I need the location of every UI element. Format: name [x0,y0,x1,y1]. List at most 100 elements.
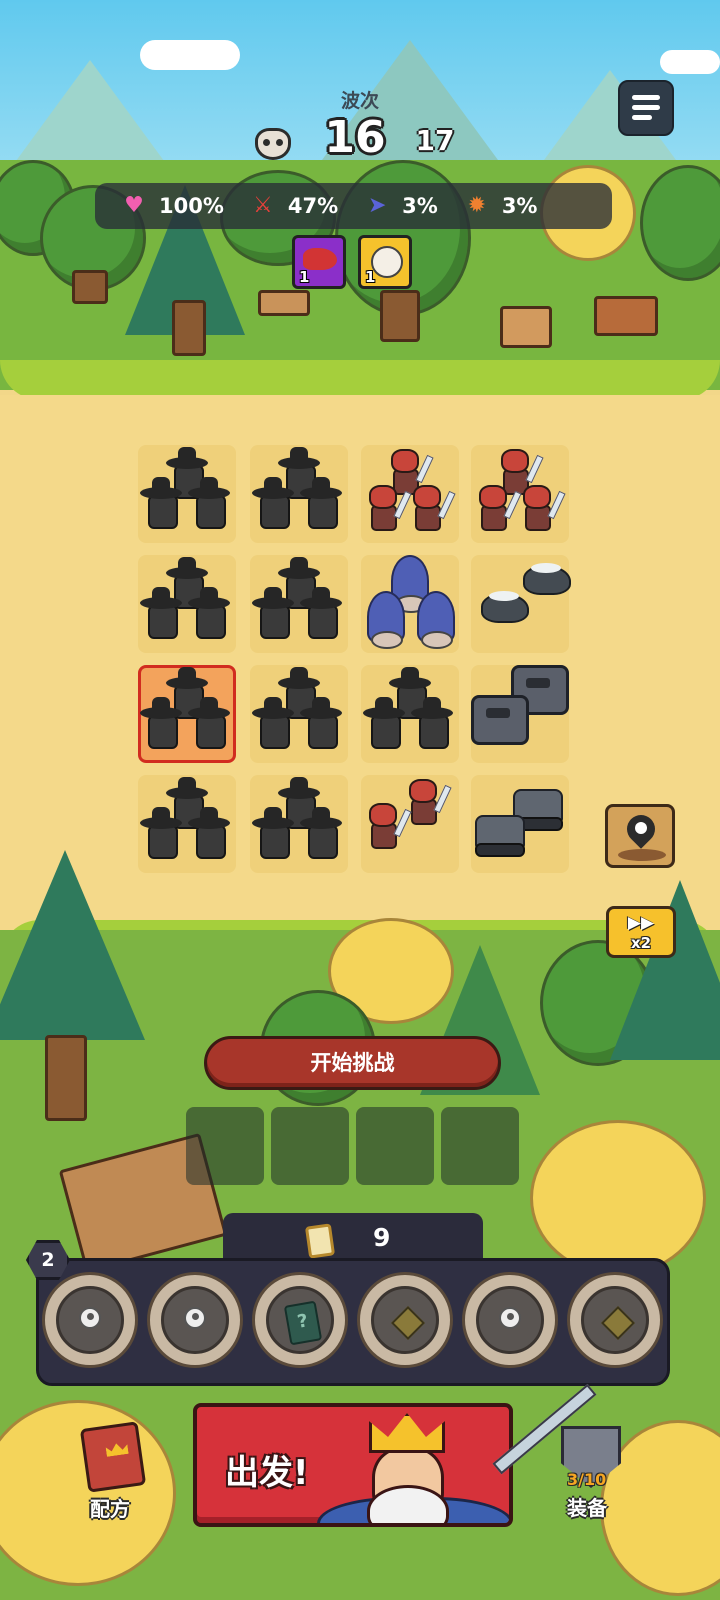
signpost [258,290,310,316]
stat-speed-value: 3% [402,194,438,218]
ghost-unit [367,591,405,649]
cowboy-unit [196,495,226,529]
speed-button[interactable]: ▶▶ x2 [606,906,676,958]
empty-unit-slot[interactable] [356,1107,434,1185]
cowboy-unit [196,825,226,859]
cowboy-unit [308,825,338,859]
buff-blood-splash[interactable]: 1 [292,235,346,289]
start-challenge-button[interactable]: 开始挑战 [204,1036,501,1090]
cowboy-unit [148,825,178,859]
wave-label: 波次 [340,90,379,112]
cowboy-unit [308,715,338,749]
cowboy-hat-icon [411,697,453,719]
fast-forward-icon: ▶▶ [627,913,655,933]
cowboy-hat-icon [166,557,208,579]
cowboy-unit [196,605,226,639]
person-icon [184,1307,206,1329]
empty-unit-slot[interactable] [186,1107,264,1185]
stat-speed: ➤ 3% [364,194,438,218]
beast-unit [523,563,571,595]
cowboy-hat-icon [166,667,208,689]
cowboy-unit [148,495,178,529]
diamond-icon [391,1306,425,1340]
hand-slot[interactable] [567,1272,663,1368]
cowboy-hat-icon [278,777,320,799]
cowboy-hat-icon [252,587,294,609]
cowboy-hat-icon [363,697,405,719]
slot-inner [371,1286,439,1354]
hamburger-menu-icon [632,115,652,120]
coin-count: 9 [373,1223,391,1252]
heart-icon: ♥ [124,193,144,218]
recipe-button[interactable]: 配方 [76,1421,156,1525]
stats-bar: ♥ 100% ⚔ 47% ➤ 3% ✹ 3% [95,183,612,229]
stat-health-value: 100% [159,194,224,218]
warrior-head-icon [369,485,397,509]
cowboy-hat-icon [278,447,320,469]
ground-shadow [618,849,666,861]
cowboy-hat-icon [278,557,320,579]
go-button[interactable]: 出发! [193,1403,513,1527]
warrior-head-icon [391,449,419,473]
person-icon [499,1307,521,1329]
empty-unit-slot[interactable] [441,1107,519,1185]
hand-slot[interactable] [42,1272,138,1368]
beast-unit [481,591,529,623]
wave-current-number: 16 [324,112,386,163]
menu-button[interactable] [618,80,674,136]
cowboy-hat-icon [389,667,431,689]
hand-slot[interactable] [357,1272,453,1368]
stat-attack: ⚔ 47% [250,194,338,218]
recipe-book-icon [79,1421,147,1493]
tree-trunk [380,290,420,342]
cowboy-unit [260,605,290,639]
cowboy-hat-icon [252,697,294,719]
diamond-icon [601,1306,635,1340]
speed-multiplier: x2 [630,934,652,952]
cowboy-hat-icon [188,807,230,829]
skull-icon [635,822,647,834]
buff-rage-head[interactable]: 1 [358,235,412,289]
boot-icon: ➤ [367,193,387,218]
slot-inner [476,1286,544,1354]
warrior-head-icon [523,485,551,509]
yellow-bush [530,1120,706,1276]
cowboy-hat-icon [252,477,294,499]
cowboy-hat-icon [188,587,230,609]
tree-trunk [172,300,206,356]
stat-health: ♥ 100% [121,194,224,218]
hand-slot[interactable] [462,1272,558,1368]
hand-slot[interactable] [147,1272,243,1368]
cowboy-unit [260,715,290,749]
cowboy-hat-icon [140,587,182,609]
empty-unit-slot[interactable] [271,1107,349,1185]
mech-unit [471,695,529,745]
warrior-head-icon [369,803,397,827]
hamburger-menu-icon [632,105,660,110]
tree-trunk [45,1035,87,1121]
scroll-coin-icon [304,1223,336,1259]
enemy-location-button[interactable] [605,804,675,868]
hand-slot[interactable]: ? [252,1272,348,1368]
slot-inner: ? [266,1286,334,1354]
cowboy-hat-icon [188,697,230,719]
go-label: 出发! [225,1453,309,1493]
cowboy-unit [308,495,338,529]
cowboy-hat-icon [140,697,182,719]
sword-icon: ⚔ [253,193,273,218]
cowboy-hat-icon [300,587,342,609]
cowboy-unit [308,605,338,639]
blood-splash-icon [303,248,337,270]
cowboy-hat-icon [252,807,294,829]
cowboy-hat-icon [188,477,230,499]
cowboy-hat-icon [300,807,342,829]
cowboy-unit [196,715,226,749]
tree-trunk [72,270,108,304]
cowboy-hat-icon [140,477,182,499]
buff-count: 1 [299,268,310,286]
cowboy-hat-icon [300,697,342,719]
recipe-label: 配方 [90,1497,130,1521]
warrior-head-icon [479,485,507,509]
slot-inner [56,1286,124,1354]
equipment-button[interactable]: 3/10 装备 [553,1420,633,1520]
